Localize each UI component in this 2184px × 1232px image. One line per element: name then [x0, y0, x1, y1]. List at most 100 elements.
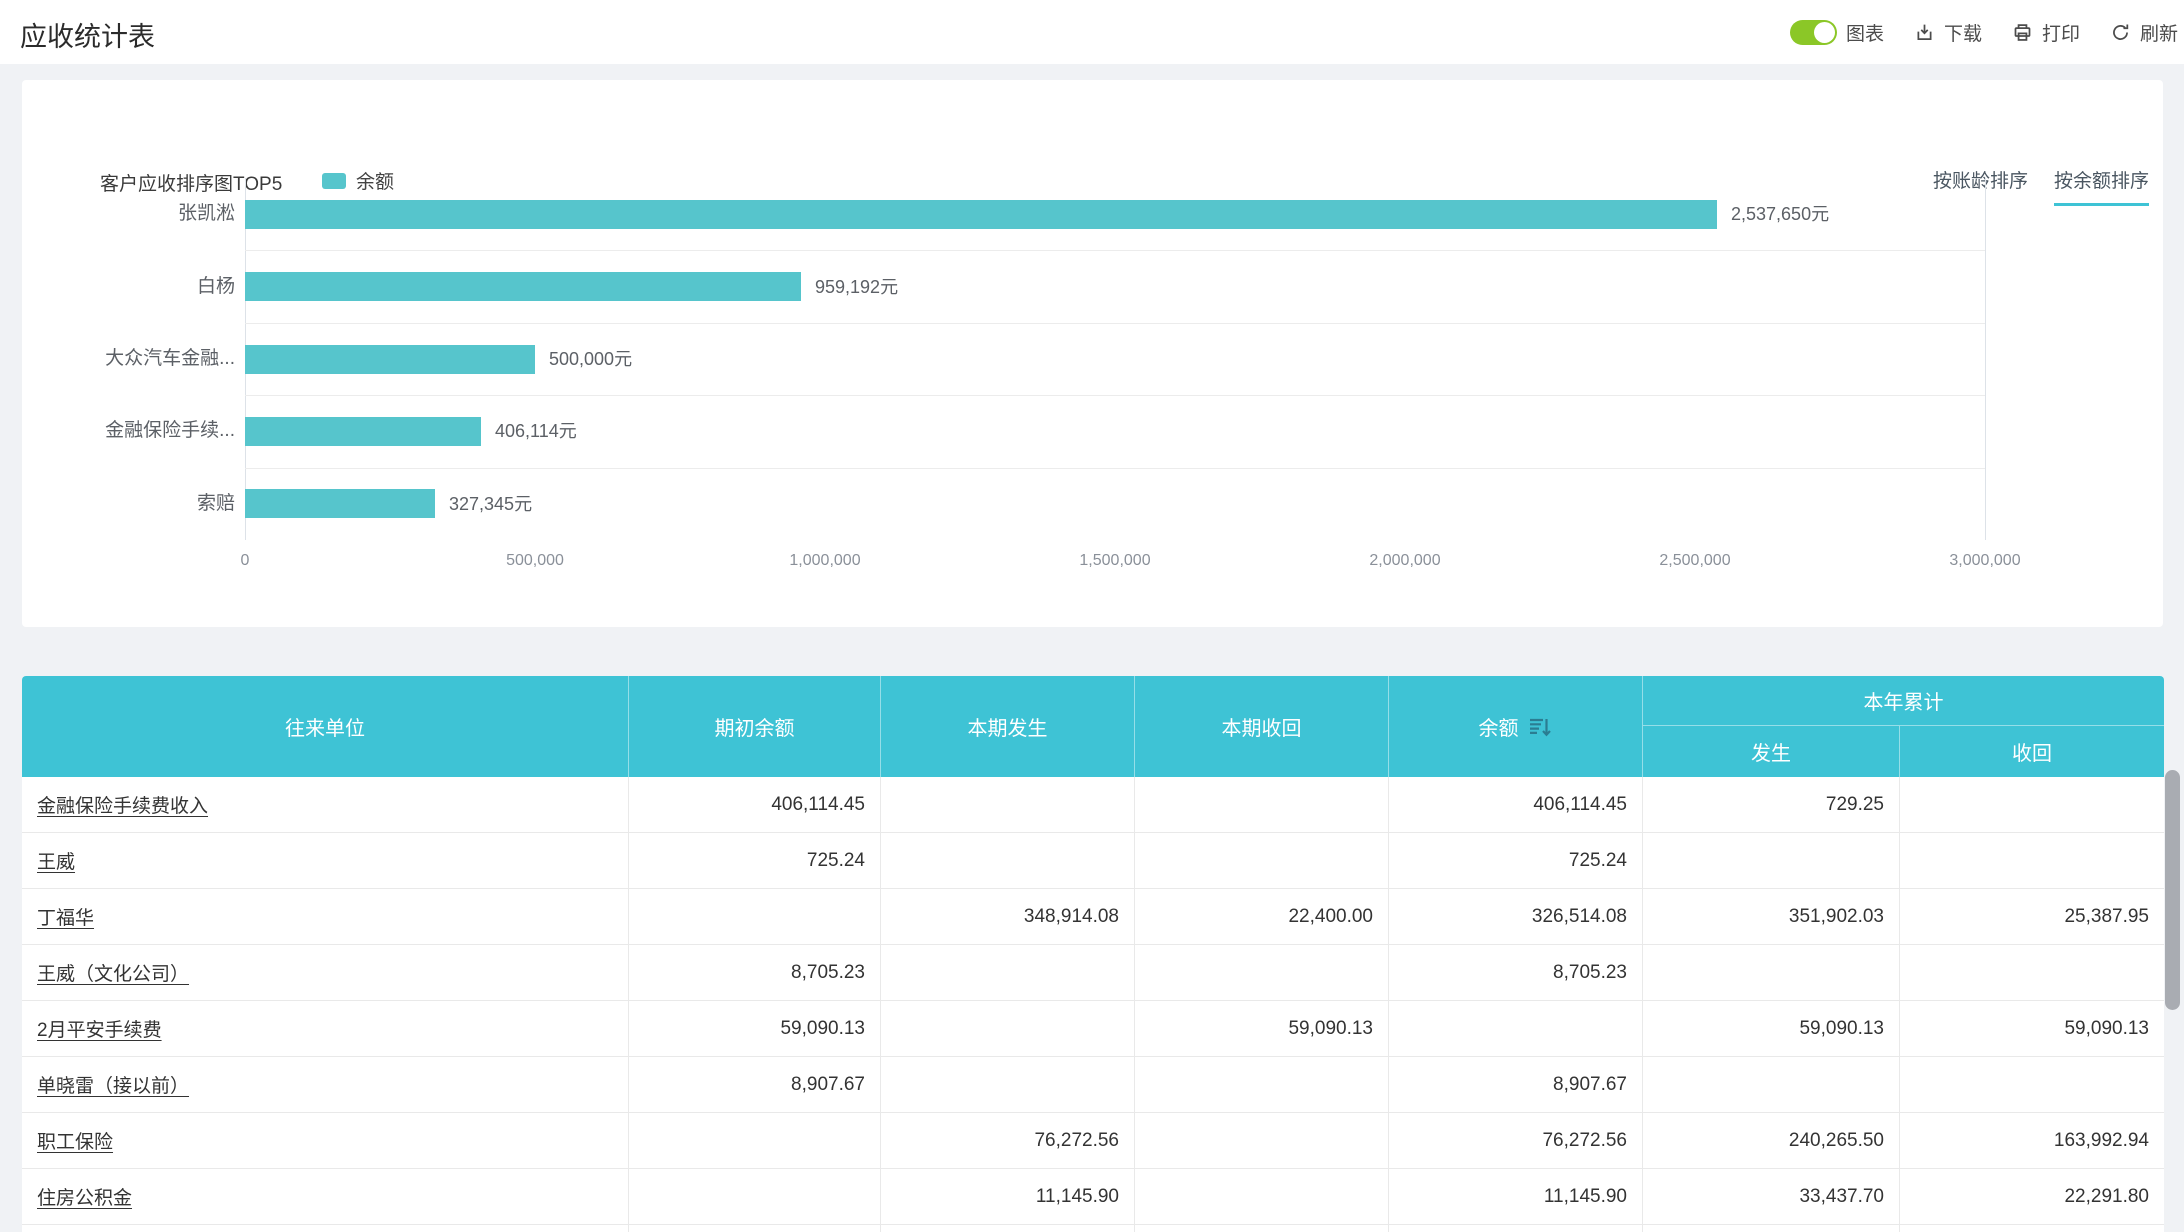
balance-header-label: 余额 [1478, 718, 1519, 740]
download-icon [1914, 22, 1935, 43]
category-split-line [245, 323, 1985, 324]
bar-segment[interactable] [245, 200, 1717, 229]
cell-unit-name: 单晓雷（接以前） [22, 1057, 628, 1112]
unit-link[interactable]: 丁福华 [37, 903, 94, 930]
print-icon [2012, 22, 2033, 43]
x-axis-tick-label: 1,500,000 [1079, 552, 1151, 569]
table-row: 王威 725.24 725.24 [22, 833, 2164, 889]
unit-link[interactable]: 王威（文化公司） [37, 959, 189, 986]
unit-link[interactable]: 单晓雷（接以前） [37, 1071, 189, 1098]
cell-amount: 33,437.70 [1642, 1169, 1899, 1224]
print-button[interactable]: 打印 [2012, 19, 2080, 46]
cell-amount [1899, 1225, 2164, 1232]
unit-link[interactable]: 金融保险手续费收入 [37, 791, 208, 818]
bar-segment[interactable] [245, 272, 801, 301]
cell-amount [1134, 945, 1388, 1000]
cell-unit-name [22, 1225, 628, 1232]
cell-amount [628, 889, 880, 944]
unit-link[interactable]: 2月平安手续费 [37, 1015, 162, 1042]
bar-segment[interactable] [245, 345, 535, 374]
bar-value-label: 327,345元 [449, 494, 533, 514]
cell-amount: 8,705.23 [628, 945, 880, 1000]
category-split-line [245, 250, 1985, 251]
cell-amount: 348,914.08 [880, 889, 1134, 944]
cell-amount [880, 945, 1134, 1000]
table-row: 丁福华 348,914.08 22,400.00 326,514.08 351,902.… [22, 889, 2164, 945]
cell-amount: 8,907.67 [628, 1057, 880, 1112]
bar-value-label: 959,192元 [815, 277, 899, 297]
bar-value-label: 500,000元 [549, 349, 633, 369]
cell-amount [1899, 1057, 2164, 1112]
col-header-year-received: 收回 [1899, 726, 2164, 777]
bar-segment[interactable] [245, 489, 435, 518]
cell-amount: 240,265.50 [1642, 1113, 1899, 1168]
cell-unit-name: 职工保险 [22, 1113, 628, 1168]
sort-descending-icon[interactable] [1527, 714, 1553, 740]
cell-amount: 326,514.08 [1388, 889, 1642, 944]
cell-amount [880, 833, 1134, 888]
cell-amount [880, 777, 1134, 832]
bar-segment[interactable] [245, 417, 481, 446]
receivables-table: 往来单位 期初余额 本期发生 本期收回 余额 本年累计 发生 收回 金融保险手续… [22, 676, 2164, 1232]
cell-unit-name: 王威 [22, 833, 628, 888]
cell-amount: 8,705.23 [1388, 945, 1642, 1000]
cell-amount [1642, 1225, 1899, 1232]
cell-amount: 163,992.94 [1899, 1113, 2164, 1168]
cell-amount [1134, 777, 1388, 832]
cell-amount: 406,114.45 [1388, 777, 1642, 832]
cell-unit-name: 丁福华 [22, 889, 628, 944]
plot-right-boundary [1985, 178, 1986, 540]
table-row [22, 1225, 2164, 1232]
bar-category-label: 白杨 [196, 276, 235, 297]
x-axis-tick-label: 2,500,000 [1659, 552, 1731, 569]
cell-amount: 725.24 [1388, 833, 1642, 888]
unit-link[interactable]: 住房公积金 [37, 1183, 132, 1210]
cell-amount [1642, 945, 1899, 1000]
cell-amount [1388, 1225, 1642, 1232]
category-split-line [245, 468, 1985, 469]
cell-amount [1899, 833, 2164, 888]
download-button[interactable]: 下载 [1914, 19, 1982, 46]
cell-amount [628, 1113, 880, 1168]
col-header-balance-sortable[interactable]: 余额 [1388, 676, 1642, 777]
chart-card: 客户应收排序图TOP5 余额 按账龄排序 按余额排序 张凯淞 2,537,650元… [22, 80, 2163, 627]
chart-toggle-group[interactable]: 图表 [1789, 19, 1884, 46]
col-header-current-received: 本期收回 [1134, 676, 1388, 777]
topbar-actions: 图表 下载 打印 刷新 [1789, 0, 2178, 64]
unit-link[interactable]: 职工保险 [37, 1127, 113, 1154]
topbar: 应收统计表 图表 下载 打印 刷新 [0, 0, 2184, 64]
x-axis-tick-label: 2,000,000 [1369, 552, 1441, 569]
table-body: 金融保险手续费收入 406,114.45 406,114.45 729.25 王威 725… [22, 777, 2164, 1232]
cell-amount [628, 1169, 880, 1224]
x-axis-tick-label: 500,000 [506, 552, 564, 569]
table-row: 住房公积金 11,145.90 11,145.90 33,437.70 22,291.8… [22, 1169, 2164, 1225]
cell-amount: 351,902.03 [1642, 889, 1899, 944]
cell-amount: 8,907.67 [1388, 1057, 1642, 1112]
cell-unit-name: 2月平安手续费 [22, 1001, 628, 1056]
cell-amount [880, 1225, 1134, 1232]
bar-category-label: 索赔 [196, 493, 235, 514]
table-header: 往来单位 期初余额 本期发生 本期收回 余额 本年累计 发生 收回 [22, 676, 2164, 777]
cell-amount [880, 1001, 1134, 1056]
unit-link[interactable]: 王威 [37, 847, 75, 874]
cell-unit-name: 金融保险手续费收入 [22, 777, 628, 832]
chart-toggle-label: 图表 [1845, 23, 1884, 45]
cell-amount [1899, 945, 2164, 1000]
download-label: 下载 [1943, 23, 1982, 45]
toggle-knob [1813, 21, 1835, 43]
cell-amount: 11,145.90 [1388, 1169, 1642, 1224]
bar-value-label: 2,537,650元 [1731, 204, 1830, 224]
cell-unit-name: 王威（文化公司） [22, 945, 628, 1000]
cell-amount: 25,387.95 [1899, 889, 2164, 944]
vertical-scrollbar-thumb[interactable] [2165, 770, 2180, 1010]
cell-amount [880, 1057, 1134, 1112]
refresh-button[interactable]: 刷新 [2110, 19, 2178, 46]
cell-amount [1899, 777, 2164, 832]
cell-amount: 59,090.13 [628, 1001, 880, 1056]
chart-toggle[interactable] [1789, 19, 1837, 45]
bar-category-label: 张凯淞 [177, 203, 235, 224]
table-row: 单晓雷（接以前） 8,907.67 8,907.67 [22, 1057, 2164, 1113]
cell-amount: 729.25 [1642, 777, 1899, 832]
col-header-year-incurred: 发生 [1642, 726, 1899, 777]
cell-amount: 59,090.13 [1899, 1001, 2164, 1056]
